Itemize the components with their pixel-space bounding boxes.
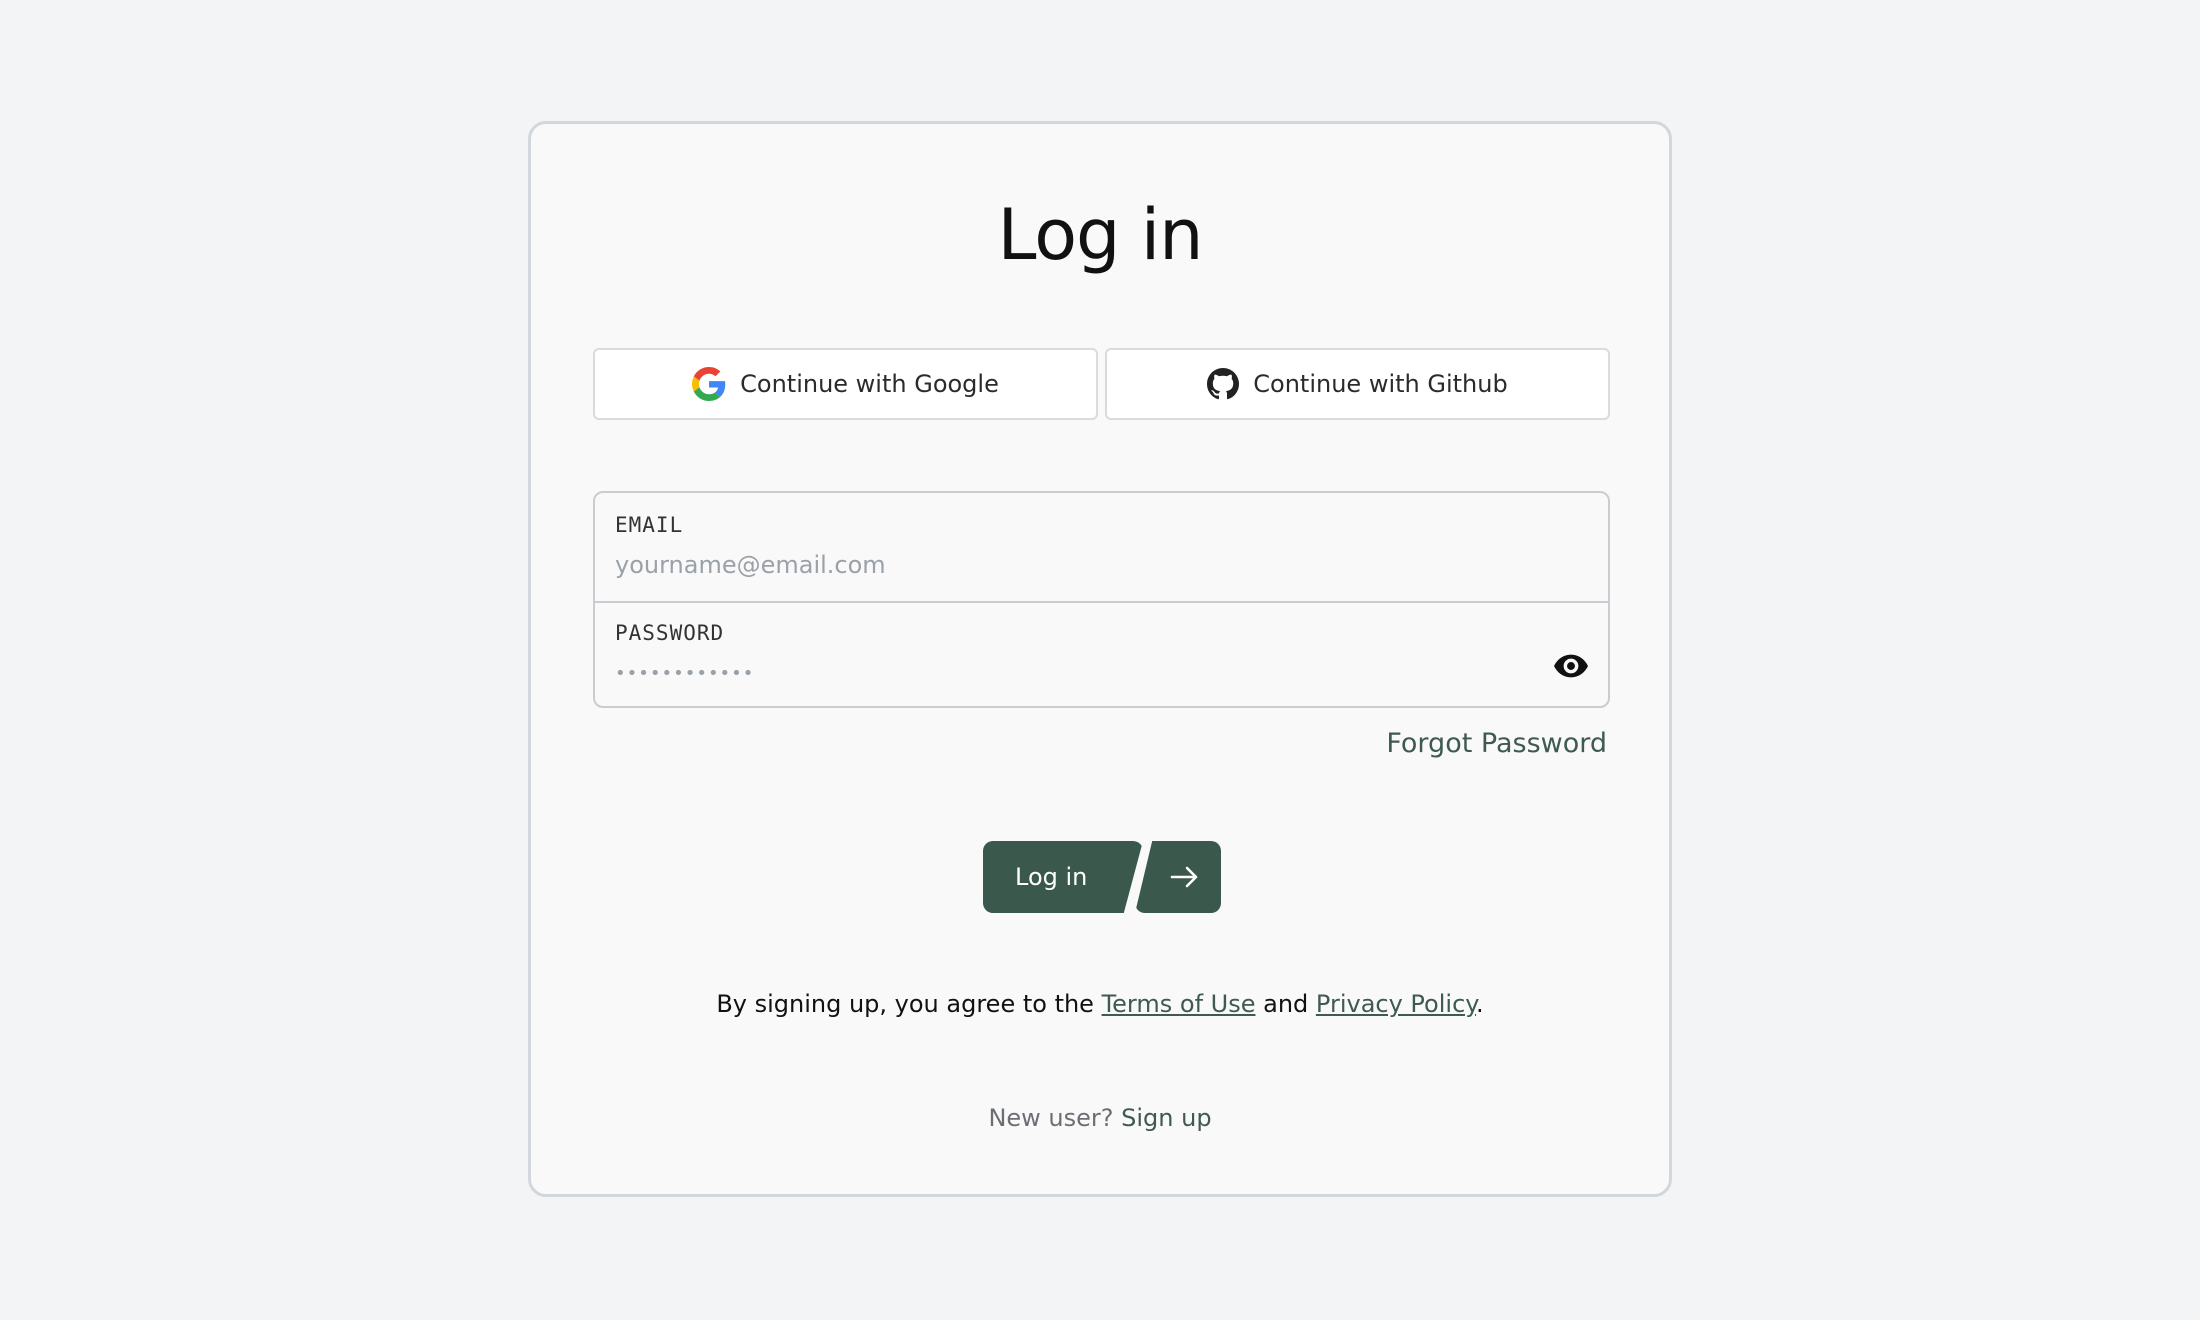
email-input[interactable] — [613, 547, 1517, 583]
new-user-text: New user? — [988, 1104, 1122, 1132]
terms-and: and — [1255, 990, 1316, 1018]
email-label: EMAIL — [615, 513, 684, 537]
login-arrow-button[interactable] — [1135, 841, 1221, 913]
github-logo-icon — [1207, 368, 1240, 400]
continue-with-google-button[interactable]: Continue with Google — [593, 348, 1098, 420]
privacy-policy-link[interactable]: Privacy Policy — [1316, 990, 1476, 1018]
arrow-right-icon — [1170, 866, 1198, 888]
terms-suffix: . — [1476, 990, 1484, 1018]
password-input[interactable] — [613, 655, 1517, 691]
login-card: Log in Continue with Google Continue wit… — [528, 121, 1672, 1197]
continue-with-github-button[interactable]: Continue with Github — [1105, 348, 1610, 420]
password-label: PASSWORD — [615, 621, 725, 645]
terms-prefix: By signing up, you agree to the — [716, 990, 1102, 1018]
google-button-label: Continue with Google — [740, 370, 999, 398]
email-field: EMAIL — [595, 493, 1608, 603]
google-logo-icon — [692, 367, 726, 401]
github-button-label: Continue with Github — [1253, 370, 1508, 398]
terms-of-use-link[interactable]: Terms of Use — [1102, 990, 1256, 1018]
page-title: Log in — [997, 194, 1203, 276]
forgot-password-link[interactable]: Forgot Password — [1386, 728, 1607, 759]
login-button[interactable]: Log in — [983, 841, 1143, 913]
terms-notice: By signing up, you agree to the Terms of… — [531, 990, 1669, 1018]
eye-icon[interactable] — [1554, 653, 1588, 679]
password-field: PASSWORD — [595, 601, 1608, 706]
signup-prompt: New user? Sign up — [531, 1104, 1669, 1132]
credentials-fieldset: EMAIL PASSWORD — [593, 491, 1610, 708]
sign-up-link[interactable]: Sign up — [1121, 1104, 1211, 1132]
login-submit-group: Log in — [983, 841, 1223, 913]
